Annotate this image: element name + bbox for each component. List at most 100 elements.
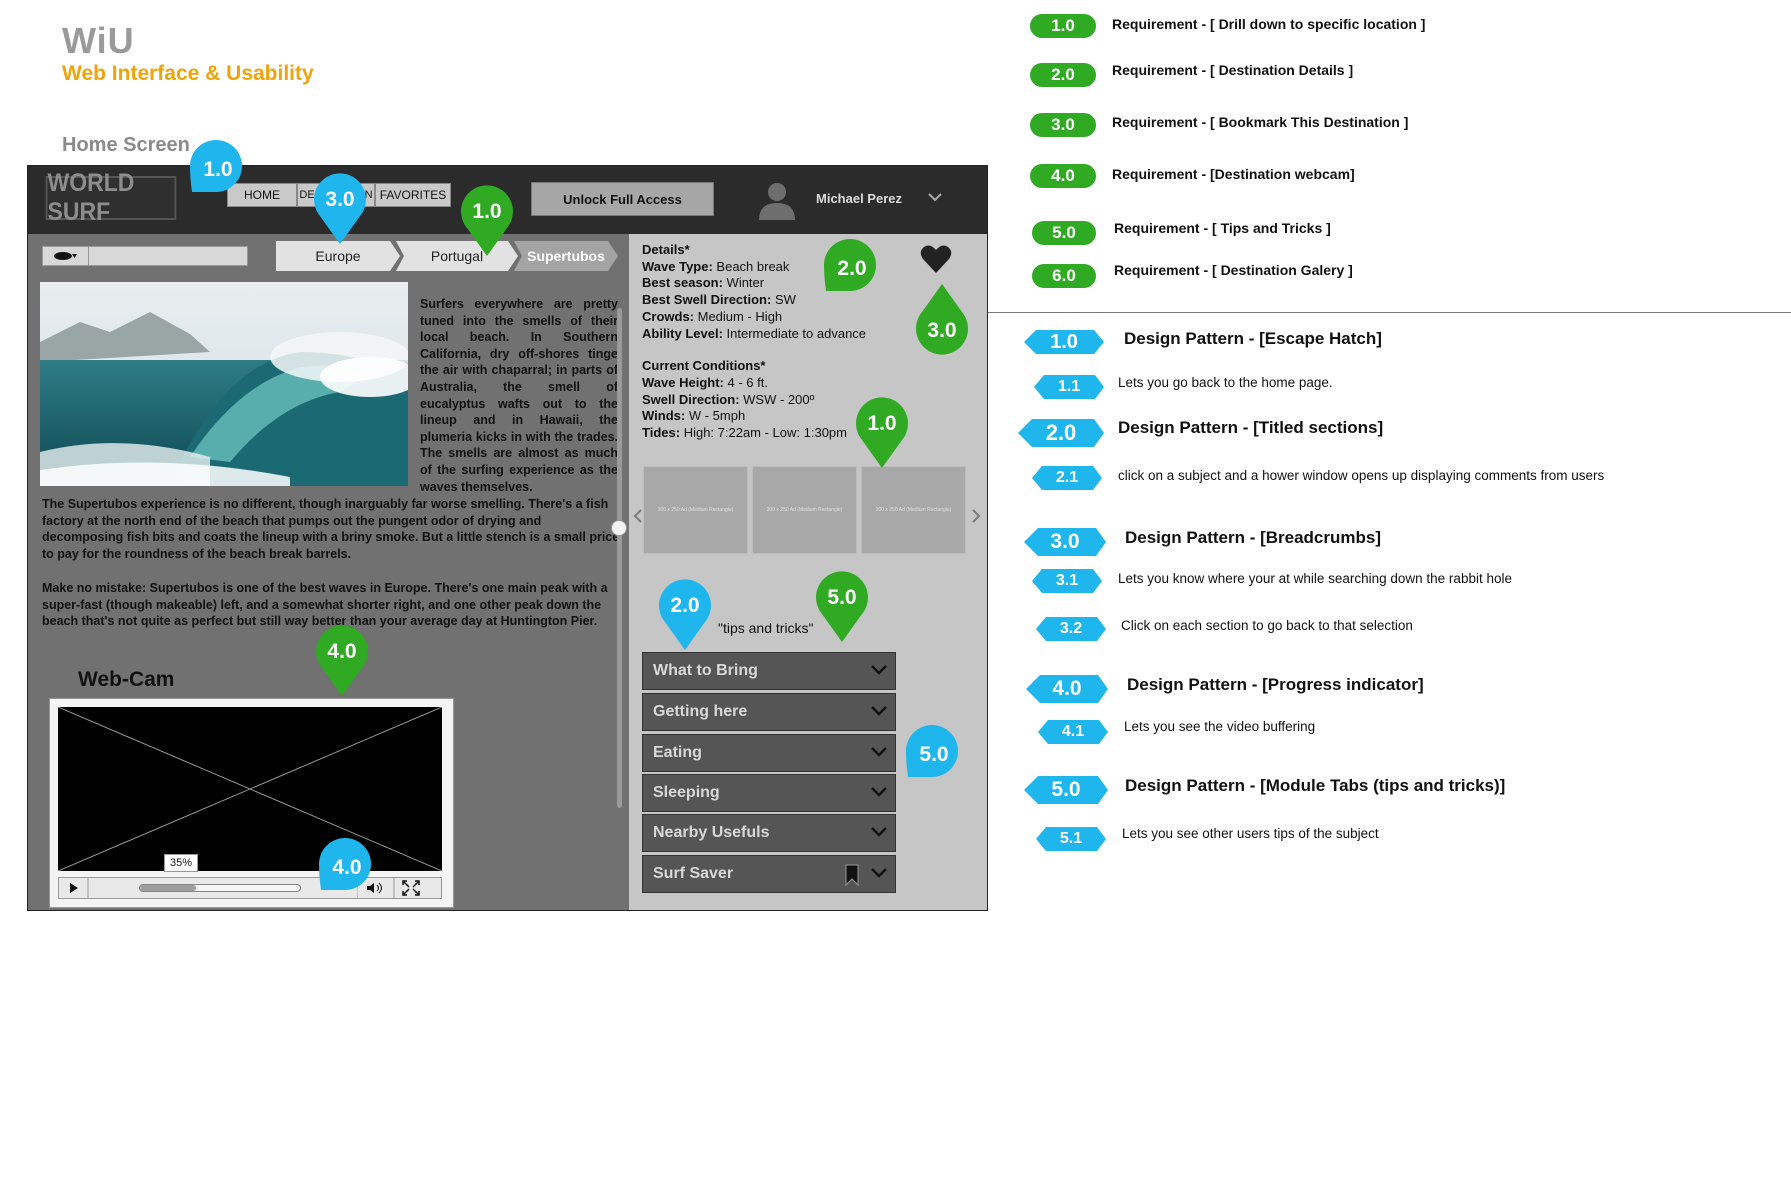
fullscreen-icon[interactable] <box>401 879 421 897</box>
bookmark-icon[interactable] <box>845 864 859 886</box>
chevron-down-icon <box>871 747 887 757</box>
buffer-fill <box>140 885 196 891</box>
detail-row[interactable]: Crowds: Medium - High <box>642 309 882 326</box>
pin-2-0-blue: 2.0 <box>659 579 711 650</box>
pattern-sub-badge: 3.2 <box>1036 617 1106 641</box>
video-placeholder[interactable] <box>58 707 442 871</box>
nav-favorites[interactable]: FAVORITES <box>375 183 451 207</box>
pin-4-0-blue: 4.0 <box>319 838 371 890</box>
detail-row[interactable]: Ability Level: Intermediate to advance <box>642 326 882 343</box>
pattern-sub-text: Lets you know where your at while search… <box>1118 571 1512 586</box>
tab-label: Nearby Usefuls <box>653 824 770 841</box>
gallery-next-icon[interactable] <box>971 508 981 524</box>
tab-nearby-usefuls[interactable]: Nearby Usefuls <box>642 814 896 852</box>
article-pane: Europe Portugal Supertubos Surfers every… <box>28 234 629 910</box>
pattern-title: Design Pattern - [Progress indicator] <box>1127 675 1424 694</box>
svg-text:1.0: 1.0 <box>203 158 232 181</box>
pattern-sub-badge: 4.1 <box>1038 720 1108 744</box>
webcam-label: Web-Cam <box>78 668 175 691</box>
gallery-prev-icon[interactable] <box>633 508 643 524</box>
pattern-sub-text: Lets you see the video buffering <box>1124 719 1316 734</box>
pin-5-0-blue: 5.0 <box>906 725 958 777</box>
tab-label: Surf Saver <box>653 865 734 882</box>
details-heading: Details* <box>642 242 690 257</box>
svg-text:5.0: 5.0 <box>827 586 856 609</box>
tab-what-to-bring[interactable]: What to Bring <box>642 652 896 690</box>
scrollbar-handle[interactable] <box>611 520 627 536</box>
chevron-down-icon <box>871 868 887 878</box>
user-name[interactable]: Michael Perez <box>816 191 902 206</box>
search-type-dropdown[interactable] <box>43 247 89 265</box>
gallery-thumb[interactable]: 300 x 250 Ad (Medium Rectangle) <box>643 466 748 554</box>
tab-sleeping[interactable]: Sleeping <box>642 774 896 812</box>
pattern-badge: 2.0 <box>1018 419 1104 447</box>
pin-1-0-blue: 1.0 <box>190 140 242 192</box>
unlock-full-access-button[interactable]: Unlock Full Access <box>531 182 714 216</box>
conditions-heading: Current Conditions* <box>642 358 766 374</box>
design-patterns-legend: 1.0 Design Pattern - [Escape Hatch] 1.1 … <box>1018 325 1788 865</box>
pin-4-0-green: 4.0 <box>316 625 368 696</box>
tab-getting-here[interactable]: Getting here <box>642 693 896 731</box>
svg-text:4.0: 4.0 <box>327 640 356 663</box>
svg-text:2.0: 2.0 <box>837 257 866 280</box>
pattern-sub-badge: 5.1 <box>1036 827 1106 851</box>
heart-icon[interactable] <box>920 244 952 274</box>
pin-1-0-green-conditions: 1.0 <box>856 397 908 468</box>
buffer-percent-tooltip: 35% <box>164 854 199 872</box>
pattern-badge: 1.0 <box>1024 330 1104 354</box>
gallery-thumb[interactable]: 300 x 250 Ad (Medium Rectangle) <box>861 466 966 554</box>
surfboard-icon <box>53 252 77 260</box>
wiu-subtitle: Web Interface & Usability <box>62 62 314 85</box>
pin-3-0-green: 3.0 <box>916 284 968 355</box>
pin-2-0-green: 2.0 <box>824 239 876 291</box>
tab-label: What to Bring <box>653 662 758 679</box>
legend-divider <box>988 312 1791 313</box>
pattern-title: Design Pattern - [Breadcrumbs] <box>1125 528 1381 547</box>
req-text: Requirement - [ Destination Galery ] <box>1114 262 1353 278</box>
pattern-sub-text: Click on each section to go back to that… <box>1121 618 1413 633</box>
tab-label: Sleeping <box>653 784 720 801</box>
chevron-down-icon[interactable] <box>928 192 942 202</box>
pattern-sub-text: Lets you go back to the home page. <box>1118 375 1333 390</box>
chevron-down-icon <box>871 706 887 716</box>
req-badge: 6.0 <box>1032 264 1096 288</box>
pattern-sub-text: Lets you see other users tips of the sub… <box>1122 826 1379 841</box>
req-badge: 3.0 <box>1030 113 1096 137</box>
chevron-down-icon <box>871 827 887 837</box>
destination-gallery: 300 x 250 Ad (Medium Rectangle) 300 x 25… <box>643 466 966 556</box>
svg-text:3.0: 3.0 <box>325 188 354 211</box>
requirements-legend: 1.0 Requirement - [ Drill down to specif… <box>1030 14 1790 288</box>
pin-1-0-green: 1.0 <box>461 185 513 256</box>
pin-5-0-green: 5.0 <box>816 571 868 642</box>
tab-label: Eating <box>653 744 702 761</box>
search-input[interactable] <box>42 246 248 266</box>
screen-title: Home Screen <box>62 134 190 156</box>
tips-label: "tips and tricks" <box>718 620 814 636</box>
article-scrollbar[interactable] <box>617 308 622 808</box>
svg-text:1.0: 1.0 <box>867 412 896 435</box>
pattern-sub-badge: 1.1 <box>1034 375 1104 399</box>
world-surf-logo[interactable]: WORLD SURF <box>45 169 177 226</box>
svg-text:5.0: 5.0 <box>919 743 948 766</box>
wiu-title: WiU <box>62 20 135 61</box>
svg-text:4.0: 4.0 <box>332 856 361 879</box>
gallery-thumb[interactable]: 300 x 250 Ad (Medium Rectangle) <box>752 466 857 554</box>
pattern-title: Design Pattern - [Escape Hatch] <box>1124 329 1382 348</box>
tab-surf-saver[interactable]: Surf Saver <box>642 855 896 893</box>
tab-eating[interactable]: Eating <box>642 734 896 772</box>
breadcrumb-supertubos[interactable]: Supertubos <box>514 241 618 271</box>
req-badge: 4.0 <box>1030 164 1096 188</box>
surf-wave-photo <box>40 282 408 486</box>
play-icon[interactable] <box>59 878 89 898</box>
chevron-down-icon <box>871 665 887 675</box>
buffer-progress-bar[interactable] <box>139 884 301 892</box>
pattern-badge: 3.0 <box>1024 528 1106 556</box>
pin-3-0-blue: 3.0 <box>314 173 366 244</box>
pattern-title: Design Pattern - [Module Tabs (tips and … <box>1125 776 1506 795</box>
req-badge: 1.0 <box>1030 14 1096 38</box>
req-badge: 5.0 <box>1032 221 1096 245</box>
pattern-sub-text: click on a subject and a hower window op… <box>1118 468 1605 483</box>
article-paragraph-1: Surfers everywhere are pretty tuned into… <box>420 297 618 494</box>
svg-text:2.0: 2.0 <box>670 594 699 617</box>
pattern-sub-badge: 3.1 <box>1032 569 1102 593</box>
